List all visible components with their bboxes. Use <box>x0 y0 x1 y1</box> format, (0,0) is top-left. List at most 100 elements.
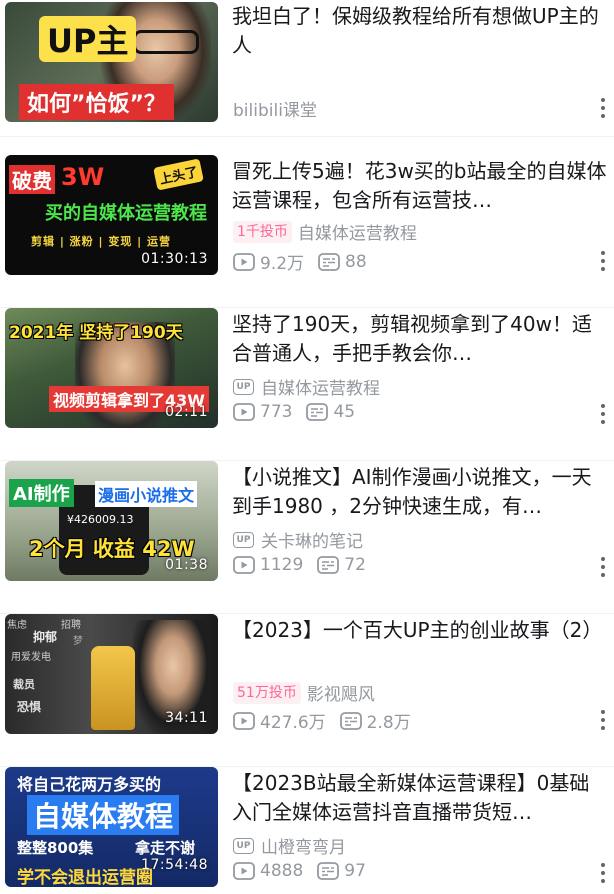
danmaku-count: 45 <box>306 402 355 422</box>
coin-badge: 51万投币 <box>233 681 301 704</box>
view-count-text: 9.2万 <box>260 254 305 274</box>
play-count-icon <box>233 711 255 730</box>
video-duration: 34:11 <box>165 710 208 726</box>
thumb-caption: 自媒体教程 <box>27 795 180 835</box>
stats-row: 4888 97 <box>233 861 380 881</box>
danmaku-count: 2.8万 <box>339 708 411 733</box>
thumb-caption: 买的自媒体运营教程 <box>45 203 207 224</box>
video-thumbnail[interactable]: 破费 3W 上头了 买的自媒体运营教程 剪辑 | 涨粉 | 变现 | 运营 01… <box>5 155 218 275</box>
video-thumbnail[interactable]: AI制作 漫画小说推文 ¥426009.13 2个月 收益 42W 01:38 <box>5 461 218 581</box>
video-thumbnail[interactable]: 将自己花两万多买的 自媒体教程 整整800集 拿走不谢 学不会退出运营圈 17:… <box>5 767 218 887</box>
thumb-caption: 焦虑 <box>7 620 27 631</box>
author-name[interactable]: 影视飓风 <box>307 680 375 705</box>
play-count-icon <box>233 252 255 271</box>
video-card[interactable]: 焦虑 抑郁 招聘 梦 用爱发电 裁员 恐惧 34:11 【2023】一个百大UP… <box>0 614 614 767</box>
video-thumbnail[interactable]: UP主 如何”恰饭”？ <box>5 2 218 122</box>
video-thumbnail[interactable]: 2021年 坚持了190天 视频剪辑拿到了43W 02:11 <box>5 308 218 428</box>
danmaku-count-icon <box>306 403 329 421</box>
thumb-caption: UP主 <box>39 16 137 62</box>
thumb-caption: 用爱发电 <box>11 652 51 663</box>
danmaku-count-icon <box>317 556 340 574</box>
thumb-caption: 破费 <box>9 165 55 194</box>
danmaku-count: 97 <box>317 861 366 881</box>
video-title[interactable]: 【2023B站最全新媒体运营课程】0基础入门全媒体运营抖音直播带货短… <box>232 769 608 827</box>
view-count: 773 <box>233 402 292 422</box>
up-icon: UP <box>233 378 254 395</box>
video-duration: 01:30:13 <box>141 251 208 267</box>
view-count: 9.2万 <box>233 249 304 274</box>
author-name[interactable]: 自媒体运营教程 <box>298 219 417 244</box>
more-icon[interactable] <box>600 557 606 577</box>
author-row[interactable]: bilibili课堂 <box>233 96 317 121</box>
author-name[interactable]: 山橙弯弯月 <box>261 833 346 858</box>
video-card[interactable]: UP主 如何”恰饭”？ 我坦白了！保姆级教程给所有想做UP主的人 bilibil… <box>0 0 614 137</box>
author-row[interactable]: 1千投币 自媒体运营教程 <box>233 219 417 244</box>
video-title[interactable]: 【小说推文】AI制作漫画小说推文，一天到手1980 ，2分钟快速生成，有… <box>232 463 608 521</box>
video-duration: 17:54:48 <box>141 857 208 873</box>
video-card[interactable]: 破费 3W 上头了 买的自媒体运营教程 剪辑 | 涨粉 | 变现 | 运营 01… <box>0 155 614 308</box>
thumb-caption: 抑郁 <box>33 630 58 644</box>
thumb-caption: 3W <box>61 163 105 191</box>
coin-badge: 1千投币 <box>233 220 292 243</box>
danmaku-count-icon <box>317 862 340 880</box>
more-icon[interactable] <box>600 98 606 118</box>
play-count-icon <box>233 556 255 574</box>
danmaku-count-icon <box>339 711 362 730</box>
danmaku-count-text: 88 <box>345 251 367 272</box>
thumb-caption: 整整800集 <box>17 839 94 857</box>
play-count-icon <box>233 862 255 880</box>
thumb-caption: 恐惧 <box>17 700 42 714</box>
thumb-caption: 2021年 坚持了190天 <box>9 323 183 343</box>
more-icon[interactable] <box>600 863 606 883</box>
view-count: 427.6万 <box>233 708 326 733</box>
danmaku-count-text: 45 <box>333 402 356 422</box>
author-name[interactable]: bilibili课堂 <box>233 96 317 121</box>
more-icon[interactable] <box>600 404 606 424</box>
author-row[interactable]: UP 自媒体运营教程 <box>233 374 380 399</box>
video-card[interactable]: AI制作 漫画小说推文 ¥426009.13 2个月 收益 42W 01:38 … <box>0 461 614 614</box>
video-title[interactable]: 坚持了190天，剪辑视频拿到了40w！适合普通人，手把手教会你… <box>232 310 608 368</box>
stats-row: 9.2万 88 <box>233 249 381 274</box>
view-count-text: 4888 <box>260 861 304 881</box>
video-title[interactable]: 【2023】一个百大UP主的创业故事（2） <box>232 616 608 645</box>
video-duration: 02:11 <box>165 404 208 420</box>
thumb-caption: AI制作 <box>9 479 74 507</box>
more-icon[interactable] <box>600 710 606 730</box>
author-row[interactable]: 51万投币 影视飓风 <box>233 680 375 705</box>
video-title[interactable]: 我坦白了！保姆级教程给所有想做UP主的人 <box>232 2 608 60</box>
thumb-caption: 招聘 <box>61 620 81 631</box>
video-duration: 01:38 <box>165 557 208 573</box>
thumb-caption: 拿走不谢 <box>135 839 196 857</box>
author-row[interactable]: UP 山橙弯弯月 <box>233 833 346 858</box>
video-thumbnail[interactable]: 焦虑 抑郁 招聘 梦 用爱发电 裁员 恐惧 34:11 <box>5 614 218 734</box>
up-icon: UP <box>233 837 254 854</box>
stats-row: 773 45 <box>233 402 369 422</box>
video-title[interactable]: 冒死上传5遍！花3w买的b站最全的自媒体运营课程，包含所有运营技… <box>232 157 608 215</box>
up-icon: UP <box>233 531 254 548</box>
thumb-caption: 梦 <box>73 636 83 647</box>
video-card[interactable]: 2021年 坚持了190天 视频剪辑拿到了43W 02:11 坚持了190天，剪… <box>0 308 614 461</box>
thumb-caption: 学不会退出运营圈 <box>17 868 153 887</box>
danmaku-count-icon <box>318 252 340 271</box>
thumb-caption: 裁员 <box>13 678 35 691</box>
danmaku-count: 72 <box>317 555 366 575</box>
author-name[interactable]: 关卡琳的笔记 <box>261 527 363 552</box>
video-card[interactable]: 将自己花两万多买的 自媒体教程 整整800集 拿走不谢 学不会退出运营圈 17:… <box>0 767 614 894</box>
thumb-caption: ¥426009.13 <box>67 513 134 526</box>
author-row[interactable]: UP 关卡琳的笔记 <box>233 527 363 552</box>
thumb-caption: 如何”恰饭”？ <box>19 84 174 120</box>
more-icon[interactable] <box>600 251 606 271</box>
stats-row: 427.6万 2.8万 <box>233 708 425 733</box>
thumb-caption: 将自己花两万多买的 <box>17 775 162 794</box>
view-count-text: 1129 <box>260 555 304 575</box>
thumb-caption: 剪辑 | 涨粉 | 变现 | 运营 <box>31 235 172 248</box>
danmaku-count-text: 97 <box>344 861 366 881</box>
danmaku-count-text: 2.8万 <box>366 713 411 733</box>
view-count: 4888 <box>233 861 303 881</box>
danmaku-count-text: 72 <box>344 555 366 575</box>
danmaku-count: 88 <box>318 252 367 272</box>
author-name[interactable]: 自媒体运营教程 <box>261 374 380 399</box>
thumb-caption: 漫画小说推文 <box>95 481 198 507</box>
view-count-text: 773 <box>260 402 293 422</box>
play-count-icon <box>233 403 255 421</box>
